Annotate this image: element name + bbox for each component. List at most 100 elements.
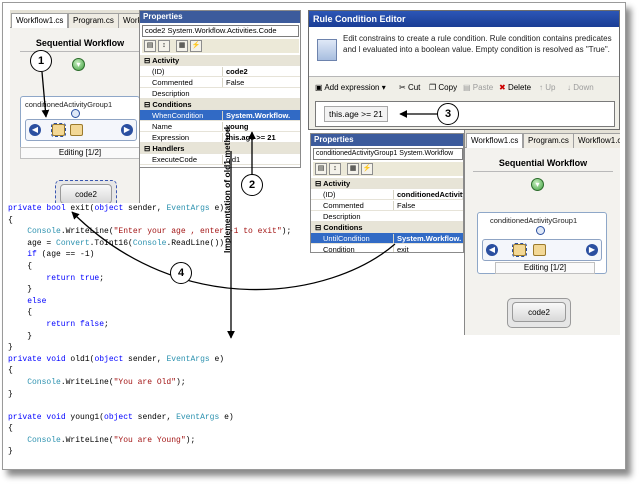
copy-button[interactable]: ❐ Copy [429,83,457,92]
code2-activity-2[interactable]: code2 [507,298,571,328]
properties-panel-code2: Properties code2 System.Workflow.Activit… [139,10,301,168]
condition-editor[interactable]: this.age >= 21 [315,101,615,127]
tab-program-b[interactable]: Program.cs [523,133,574,148]
paste-button[interactable]: ▤ Paste [463,83,493,92]
conditioned-activity-group[interactable]: conditionedActivityGroup1 ◀ ▶ [20,96,139,154]
cut-button[interactable]: ✂ Cut [399,83,420,92]
editing-indicator: Editing [1/2] [20,147,139,159]
property-value[interactable]: conditionedActivityGro [393,190,463,199]
down-button[interactable]: ↓ Down [567,83,594,92]
code-line: } [8,343,13,353]
tab-program[interactable]: Program.cs [68,13,119,28]
category-label: ⊟ Activity [315,179,351,188]
category-label: ⊟ Conditions [144,100,192,109]
code-line: return true; [46,273,105,283]
tab-workflow1-b2[interactable]: Workflow1.cs [573,133,620,148]
events-icon-2[interactable]: ⚡ [361,163,373,175]
property-row[interactable]: Commented False [311,200,463,211]
workflow-title-2: Sequential Workflow [473,158,613,172]
property-row[interactable]: Description [311,211,463,222]
delete-icon: ✖ [499,83,508,92]
property-value[interactable]: System.Workflow. [393,234,463,243]
category-label: ⊟ Conditions [315,223,363,232]
previous-arrow-icon-2[interactable]: ◀ [486,244,498,256]
code-line: { [8,366,13,376]
object-selector[interactable]: code2 System.Workflow.Activities.Code [142,25,299,37]
tab-workflow1-b[interactable]: Workflow1.cs [466,133,524,148]
property-category[interactable]: ⊟ Conditions [311,222,463,233]
property-row[interactable]: ExecuteCode old1 [140,154,300,165]
property-row[interactable]: WhenCondition System.Workflow. [140,110,300,121]
property-row[interactable]: (ID) code2 [140,66,300,77]
properties-icon[interactable]: ▦ [176,40,188,52]
property-category[interactable]: ⊟ Activity [311,178,463,189]
events-icon[interactable]: ⚡ [190,40,202,52]
categorized-icon-2[interactable]: ▤ [315,163,327,175]
property-value[interactable]: code2 [222,67,300,76]
property-value[interactable]: False [222,78,300,87]
property-name: Description [152,89,190,98]
code-line: Console.WriteLine("You are Old"); [27,377,186,387]
code-line: } [8,331,33,341]
object-selector-2[interactable]: conditionedActivityGroup1 System.Workflo… [313,148,463,160]
dialog-header: Edit constrains to create a rule conditi… [309,27,619,77]
property-name: Condition [323,245,355,253]
code-activity-icon[interactable] [51,123,66,137]
property-category[interactable]: ⊟ Handlers [140,143,300,154]
activity-group-label-2: conditionedActivityGroup1 [490,216,578,225]
condition-expression[interactable]: this.age >= 21 [324,106,388,122]
code2-label-box-2: code2 [512,302,566,322]
code-line: private bool exit(object sender, EventAr… [8,204,225,213]
property-row[interactable]: Expression this.age >= 21 [140,132,300,143]
code-activity-icon-b[interactable] [512,243,527,257]
delete-button[interactable]: ✖ Delete [499,83,531,92]
tab-workflow1-2[interactable]: Workflow1.cs [118,13,139,28]
property-value[interactable]: this.age >= 21 [222,133,300,142]
workflow-designer-2: Workflow1.cs Program.cs Workflow1.cs Seq… [464,130,620,335]
expand-icon[interactable] [71,109,80,118]
copy-icon: ❐ [429,83,439,92]
tab-workflow1[interactable]: Workflow1.cs [11,13,69,28]
code2-activity[interactable]: code2 [55,180,117,205]
property-category[interactable]: ⊟ Activity [140,55,300,66]
code2-label: code2 [75,190,97,199]
property-name: UntilCondition [323,234,370,243]
property-name: (ID) [152,67,165,76]
property-value[interactable]: System.Workflow. [222,111,300,120]
expand-icon-2[interactable] [536,226,545,235]
property-row[interactable]: (ID) conditionedActivityGro [311,189,463,200]
code-line: { [8,261,33,271]
property-name: Description [323,212,361,221]
add-expression-button[interactable]: ▣ Add expression ▾ [315,83,386,92]
property-value[interactable]: exit [393,245,463,252]
alphabetical-icon[interactable]: ↕ [158,40,170,52]
property-name: ExecuteCode [152,155,198,164]
categorized-icon[interactable]: ▤ [144,40,156,52]
properties-icon-2[interactable]: ▦ [347,163,359,175]
property-name: Commented [152,78,193,87]
code-editor[interactable]: private bool exit(object sender, EventAr… [8,203,308,461]
code-activity-icon-2[interactable] [70,124,83,136]
properties-panel-cag: Properties conditionedActivityGroup1 Sys… [310,133,464,253]
alphabetical-icon-2[interactable]: ↕ [329,163,341,175]
code-activity-icon-b2[interactable] [533,244,546,256]
property-row[interactable]: Description [140,88,300,99]
next-arrow-icon[interactable]: ▶ [121,124,133,136]
property-row[interactable]: Condition exit [311,244,463,253]
up-button[interactable]: ↑ Up [539,83,555,92]
code-line: private void young1(object sender, Event… [8,412,234,422]
activity-group-label: conditionedActivityGroup1 [25,100,113,109]
dropdown-icon: ▾ [379,83,386,92]
property-row[interactable]: Commented False [140,77,300,88]
property-value[interactable]: old1 [222,155,300,164]
property-value[interactable]: young [222,122,300,131]
property-row[interactable]: UntilCondition System.Workflow. [311,233,463,244]
previous-arrow-icon[interactable]: ◀ [29,124,41,136]
code-line: else [27,296,47,306]
property-value[interactable]: False [393,201,463,210]
next-arrow-icon-2[interactable]: ▶ [586,244,598,256]
property-row[interactable]: Name young [140,121,300,132]
property-category[interactable]: ⊟ Conditions [140,99,300,110]
workflow-designer: Workflow1.cs Program.cs Workflow1.cs Seq… [10,10,140,205]
start-icon-2: ▾ [531,178,544,191]
